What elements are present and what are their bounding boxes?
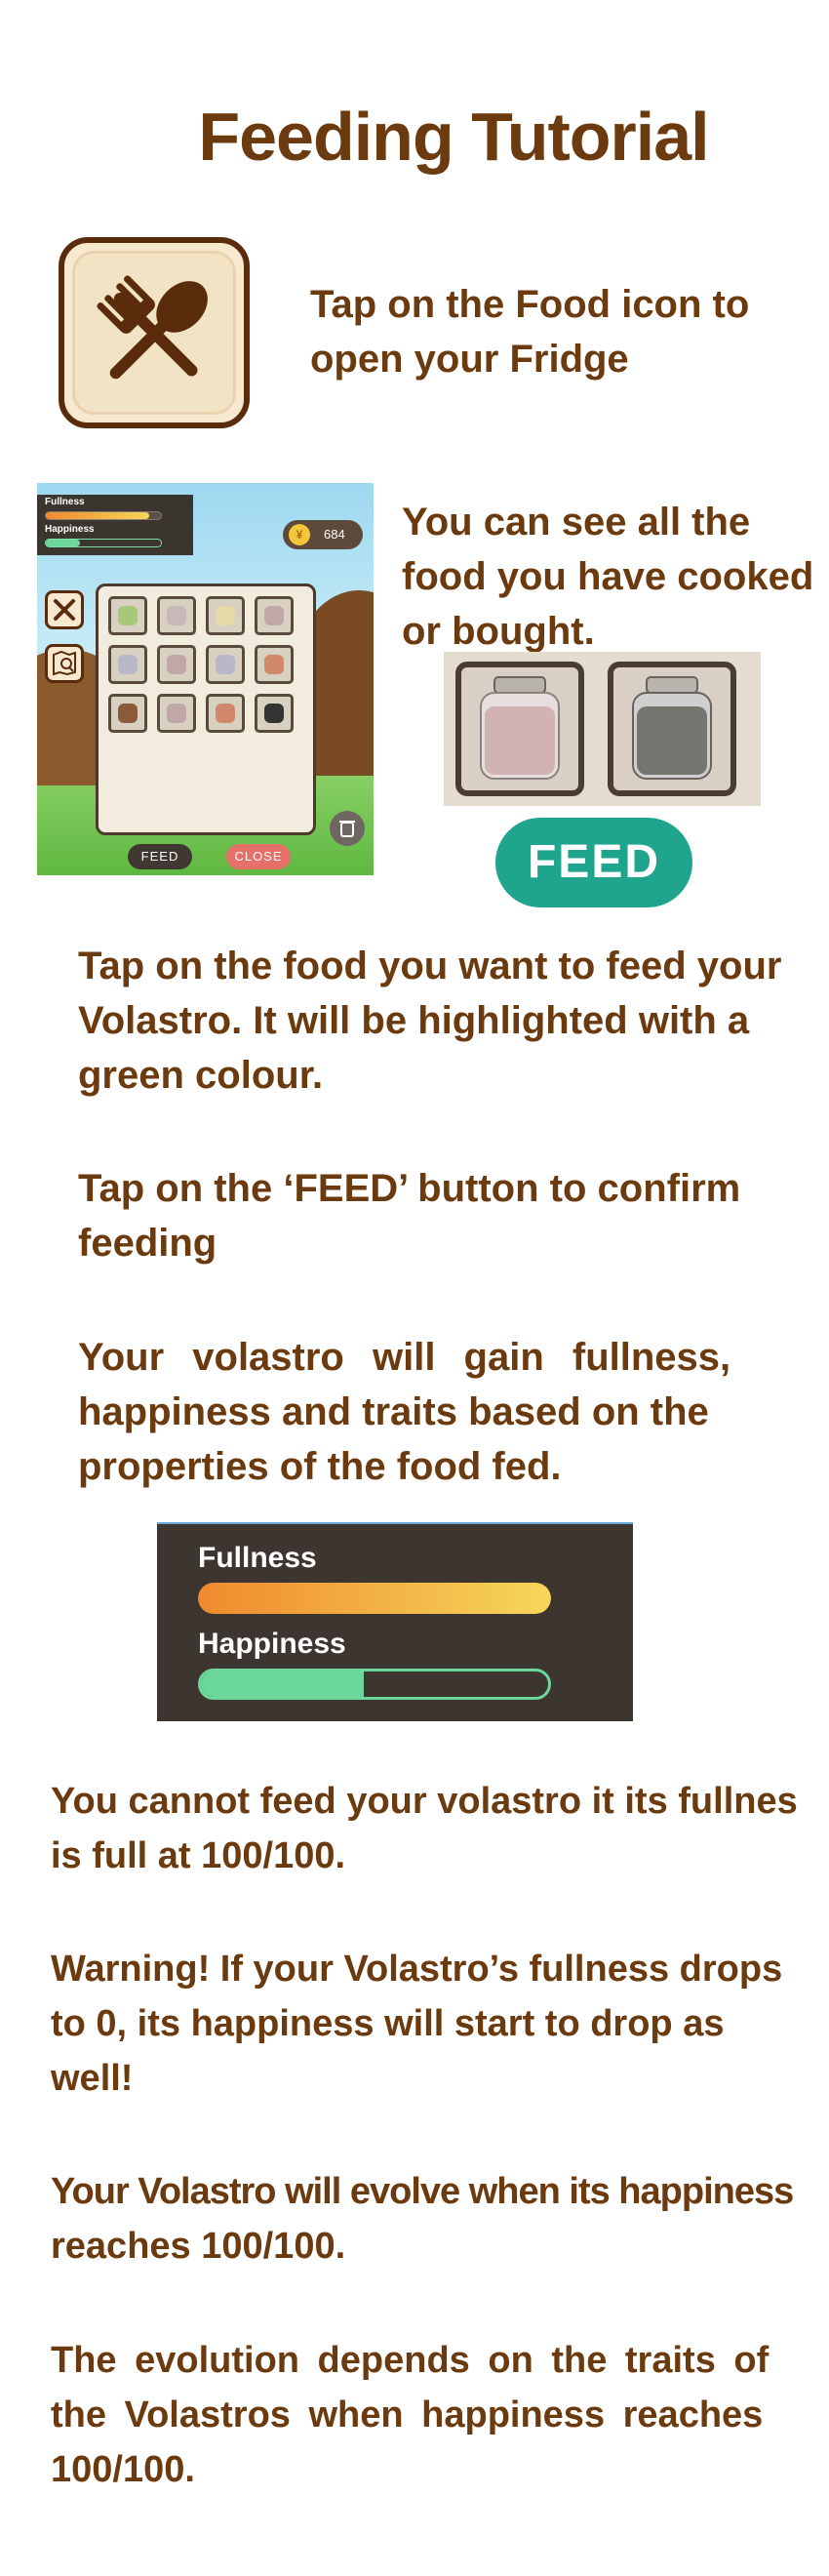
instruction-1-line-1: Tap on the food you want to feed your (78, 945, 782, 987)
instruction-3-line-2: happiness and traits based on the (78, 1390, 709, 1433)
fridge-line-1: You can see all the (402, 501, 751, 543)
instruction-1-line-2: Volastro. It will be highlighted with a (78, 999, 750, 1042)
food-icon-inner (72, 251, 236, 415)
note-1-line-2: is full at 100/100. (51, 1835, 346, 1876)
food-item-icon (118, 655, 138, 674)
fridge-slot[interactable] (157, 694, 196, 733)
note-2-line-2: to 0, its happiness will start to drop a… (51, 2003, 725, 2044)
fridge-slot[interactable] (157, 645, 196, 684)
fridge-slot[interactable] (108, 694, 147, 733)
game-screenshot: Fullness Happiness ¥ 684 FEED CLOSE (37, 483, 374, 875)
intro-line-1: Tap on the Food icon to (310, 283, 750, 326)
food-item-icon (118, 606, 138, 625)
note-2-line-1: Warning! If your Volastro’s fullness dro… (51, 1949, 783, 1990)
fridge-slot[interactable] (255, 596, 294, 635)
fridge-line-3: or bought. (402, 610, 595, 653)
mini-close-button[interactable]: CLOSE (226, 844, 291, 869)
mini-fullness-bar (45, 511, 162, 520)
food-jars-image (444, 652, 761, 806)
coin-icon: ¥ (289, 524, 310, 545)
note-4-line-1: The evolution depends on the traits of (51, 2340, 770, 2381)
food-item-icon (167, 704, 186, 723)
happiness-bar (198, 1669, 551, 1700)
fridge-slot[interactable] (108, 645, 147, 684)
side-food-button[interactable] (45, 590, 84, 629)
jar-slot-2[interactable] (608, 662, 736, 796)
fridge-slot[interactable] (206, 596, 245, 635)
fridge-slot[interactable] (206, 645, 245, 684)
mini-happiness-fill (46, 540, 81, 546)
instruction-2-line-1: Tap on the ‘FEED’ button to confirm (78, 1167, 741, 1210)
mini-stats-panel: Fullness Happiness (37, 495, 193, 555)
stats-panel: Fullness Happiness (157, 1522, 633, 1721)
fridge-slot[interactable] (255, 694, 294, 733)
food-item-icon (216, 606, 235, 625)
food-item-icon (264, 655, 284, 674)
note-4-line-2: the Volastros when happiness reaches (51, 2395, 764, 2435)
instruction-3-line-1: Your volastro will gain fullness, (78, 1336, 731, 1379)
happiness-label: Happiness (198, 1628, 346, 1660)
mini-fullness-label: Fullness (45, 497, 85, 507)
food-item-icon (264, 606, 284, 625)
fridge-line-2: food you have cooked (402, 555, 814, 598)
page-title: Feeding Tutorial (198, 99, 709, 175)
food-item-icon (216, 704, 235, 723)
coin-amount: 684 (324, 527, 345, 542)
fullness-bar (198, 1583, 551, 1614)
instruction-3-line-3: properties of the food fed. (78, 1445, 562, 1488)
note-2-line-3: well! (51, 2058, 134, 2099)
happiness-fill (201, 1671, 365, 1697)
mini-happiness-bar (45, 539, 162, 547)
feed-button[interactable]: FEED (495, 818, 692, 907)
food-item-icon (118, 704, 138, 723)
note-4-line-3: 100/100. (51, 2449, 195, 2490)
instruction-1-line-3: green colour. (78, 1054, 324, 1097)
mini-happiness-label: Happiness (45, 524, 95, 535)
trash-icon (339, 821, 355, 837)
mini-fullness-fill (46, 512, 150, 519)
jar-slot-1[interactable] (455, 662, 584, 796)
food-item-icon (167, 655, 186, 674)
note-3-line-2: reaches 100/100. (51, 2226, 346, 2267)
fridge-slot[interactable] (206, 694, 245, 733)
fullness-fill (198, 1583, 551, 1614)
mini-feed-button[interactable]: FEED (128, 844, 192, 869)
fullness-label: Fullness (198, 1542, 317, 1574)
food-item-icon (167, 606, 186, 625)
fridge-slot[interactable] (108, 596, 147, 635)
food-icon-button[interactable] (59, 237, 250, 428)
instruction-2-line-2: feeding (78, 1222, 217, 1265)
fridge-slot[interactable] (157, 596, 196, 635)
coin-counter: ¥ 684 (283, 520, 363, 549)
fridge-slot[interactable] (255, 645, 294, 684)
dark-jar-icon (632, 676, 712, 780)
map-search-icon (53, 650, 76, 676)
note-3-line-1: Your Volastro will evolve when its happi… (51, 2171, 794, 2212)
note-1-line-1: You cannot feed your volastro it its ful… (51, 1781, 798, 1822)
side-map-button[interactable] (45, 644, 84, 683)
fork-spoon-icon (97, 275, 208, 380)
pink-jar-icon (480, 676, 560, 780)
food-item-icon (264, 704, 284, 723)
fridge-panel (96, 584, 316, 835)
small-fork-spoon-icon (54, 599, 75, 621)
intro-line-2: open your Fridge (310, 338, 629, 381)
food-item-icon (216, 655, 235, 674)
trash-button[interactable] (330, 811, 365, 846)
